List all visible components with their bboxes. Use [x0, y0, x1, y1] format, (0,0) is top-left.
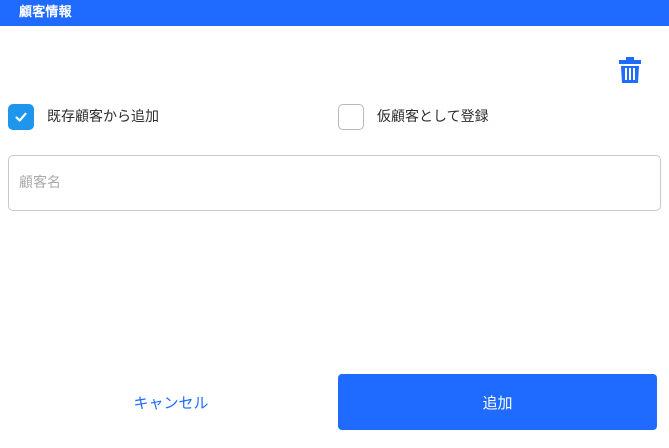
dialog-header: 顧客情報 [0, 0, 669, 26]
dialog-title: 顧客情報 [19, 5, 72, 20]
cancel-button[interactable]: キャンセル [8, 374, 334, 430]
trash-icon [619, 57, 641, 83]
customer-name-input[interactable] [8, 155, 661, 211]
temporary-customer-checkbox[interactable] [338, 104, 364, 130]
delete-button[interactable] [616, 56, 644, 84]
add-button[interactable]: 追加 [338, 374, 657, 430]
temporary-customer-label: 仮顧客として登録 [377, 109, 489, 125]
existing-customer-label: 既存顧客から追加 [47, 109, 159, 125]
existing-customer-checkbox[interactable] [8, 104, 34, 130]
existing-customer-option[interactable]: 既存顧客から追加 [8, 103, 159, 131]
temporary-customer-option[interactable]: 仮顧客として登録 [338, 103, 489, 131]
checkmark-icon [15, 112, 27, 122]
